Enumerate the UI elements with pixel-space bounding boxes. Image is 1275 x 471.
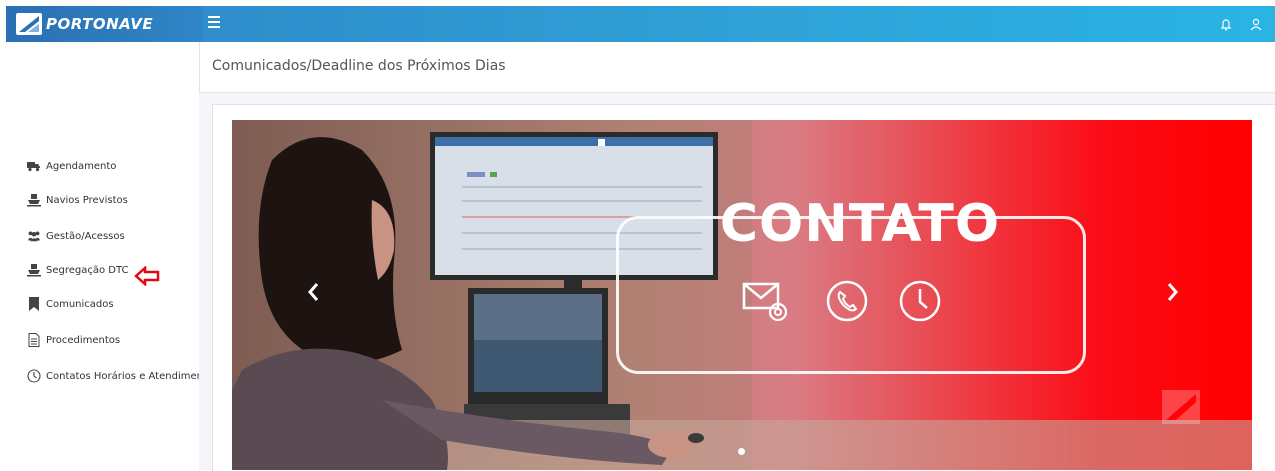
phone-icon (826, 280, 868, 322)
email-icon (742, 278, 788, 324)
sidebar-item-comunicados[interactable]: Comunicados (27, 294, 114, 314)
sidebar-item-label: Gestão/Acessos (46, 230, 125, 242)
sidebar-item-agendamento[interactable]: Agendamento (27, 156, 116, 176)
carousel-indicator-1[interactable] (598, 139, 605, 146)
sidebar-item-label: Contatos Horários e Atendimento (46, 370, 213, 382)
logo[interactable]: PORTONAVE (6, 6, 203, 42)
logo-text: PORTONAVE (46, 15, 154, 33)
sidebar-item-label: Comunicados (46, 298, 114, 310)
clock-icon (899, 280, 941, 322)
truck-icon (27, 159, 41, 173)
users-icon (27, 229, 41, 243)
document-icon (27, 333, 41, 347)
carousel-indicator-2[interactable] (738, 448, 745, 455)
bookmark-icon (27, 297, 41, 311)
sidebar-item-label: Procedimentos (46, 334, 121, 346)
top-navbar: PORTONAVE (6, 6, 1275, 42)
page-title: Comunicados/Deadline dos Próximos Dias (212, 58, 506, 74)
content-header: Comunicados/Deadline dos Próximos Dias (199, 42, 1275, 93)
chevron-right-icon[interactable] (1162, 278, 1182, 306)
bell-icon[interactable] (1219, 16, 1233, 31)
sidebar-item-label: Navios Previstos (46, 194, 128, 206)
user-icon[interactable] (1249, 16, 1263, 31)
sidebar-item-contatos[interactable]: Contatos Horários e Atendimento (27, 366, 213, 386)
sidebar-item-navios-previstos[interactable]: Navios Previstos (27, 190, 128, 210)
sidebar (0, 42, 199, 470)
clock-icon (27, 369, 41, 383)
arrow-left-icon (134, 265, 160, 287)
banner-carousel[interactable]: CONTATO (232, 120, 1252, 470)
chevron-left-icon[interactable] (304, 278, 324, 306)
hamburger-icon[interactable] (208, 16, 220, 30)
sidebar-item-gestao-acessos[interactable]: Gestão/Acessos (27, 226, 125, 246)
logo-mark-icon (16, 13, 42, 35)
ship-icon (27, 263, 41, 277)
sidebar-item-label: Agendamento (46, 160, 117, 172)
sidebar-item-label: Segregação DTC (46, 264, 129, 276)
ship-icon (27, 193, 41, 207)
sidebar-item-procedimentos[interactable]: Procedimentos (27, 330, 120, 350)
sidebar-item-segregacao-dtc[interactable]: Segregação DTC (27, 260, 129, 280)
contato-headline: CONTATO (719, 194, 1001, 254)
